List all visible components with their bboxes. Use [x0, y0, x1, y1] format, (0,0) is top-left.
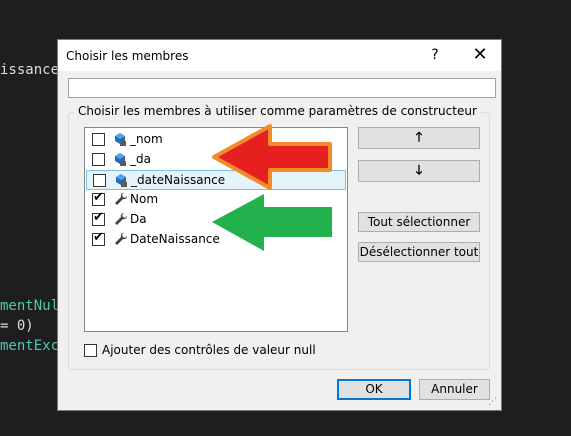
field-icon	[113, 131, 127, 147]
member-checkbox[interactable]	[92, 153, 105, 166]
null-check-label: Ajouter des contrôles de valeur null	[102, 343, 316, 357]
checkmark-icon: ✔	[93, 190, 104, 205]
search-input[interactable]	[68, 78, 496, 98]
resize-grip-icon[interactable]: ⋰	[488, 397, 497, 407]
member-row[interactable]: ✔ Da	[86, 210, 346, 230]
ok-button[interactable]: OK	[337, 379, 411, 400]
member-checkbox[interactable]: ✔	[92, 230, 105, 246]
move-down-button[interactable]: 🡓	[358, 160, 480, 182]
property-wrench-icon	[113, 231, 128, 247]
member-label: Da	[130, 212, 147, 226]
member-checkbox[interactable]	[93, 174, 106, 187]
members-group-label: Choisir les membres à utiliser comme par…	[74, 104, 481, 118]
members-list[interactable]: _nom _da _dateNaissance ✔ Nom ✔ Da ✔ DateNaissan…	[84, 127, 348, 332]
member-label: _dateNaissance	[131, 173, 226, 187]
property-wrench-icon	[113, 211, 128, 227]
member-row[interactable]: _nom	[86, 130, 346, 150]
cancel-button[interactable]: Annuler	[419, 379, 490, 400]
field-icon	[114, 172, 128, 188]
code-fragment-4: mentExc	[0, 338, 60, 354]
member-label: Nom	[130, 192, 159, 206]
member-row[interactable]: ✔ Nom	[86, 190, 346, 210]
move-up-button[interactable]: 🡑	[358, 127, 480, 149]
member-label: _nom	[130, 132, 163, 146]
checkmark-icon: ✔	[93, 210, 104, 225]
property-wrench-icon	[113, 191, 128, 207]
field-icon	[113, 151, 127, 167]
member-row[interactable]: _dateNaissance	[86, 170, 346, 190]
member-checkbox[interactable]	[92, 133, 105, 146]
dialog-title: Choisir les membres	[66, 49, 189, 63]
title-bar: Choisir les membres ? ✕	[58, 40, 501, 71]
member-row[interactable]: _da	[86, 150, 346, 170]
member-row[interactable]: ✔ DateNaissance	[86, 230, 346, 250]
member-label: DateNaissance	[130, 232, 220, 246]
member-label: _da	[130, 152, 151, 166]
choose-members-dialog: Choisir les membres ? ✕ Choisir les memb…	[57, 39, 502, 411]
code-fragment-3: = 0)	[0, 318, 34, 334]
close-button[interactable]: ✕	[465, 44, 495, 66]
member-checkbox[interactable]: ✔	[92, 210, 105, 226]
code-fragment-2: mentNul	[0, 298, 60, 314]
checkmark-icon: ✔	[93, 230, 104, 245]
member-checkbox[interactable]: ✔	[92, 190, 105, 206]
deselect-all-button[interactable]: Désélectionner tout	[358, 242, 480, 262]
code-fragment-1: issance	[0, 62, 60, 78]
null-check-checkbox[interactable]	[84, 344, 97, 357]
help-button[interactable]: ?	[422, 44, 448, 66]
select-all-button[interactable]: Tout sélectionner	[358, 212, 480, 232]
